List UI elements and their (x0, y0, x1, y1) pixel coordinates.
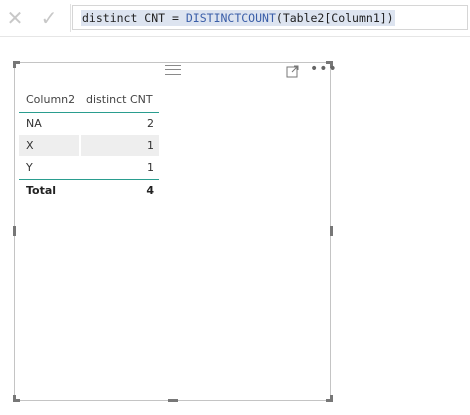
function-args: (Table2[Column1]) (275, 11, 394, 25)
formula-text: distinct CNT = DISTINCTCOUNT(Table2[Colu… (81, 10, 395, 26)
table-total-row: Total 4 (19, 179, 159, 201)
measure-name: distinct CNT (82, 11, 166, 25)
resize-handle-left[interactable] (13, 226, 16, 236)
focus-mode-icon[interactable] (286, 64, 300, 78)
table-row: X 1 (19, 135, 159, 157)
data-table: Column2 distinct CNT NA 2 X 1 Y 1 Total … (19, 87, 159, 201)
table-row: Y 1 (19, 157, 159, 179)
checkmark-icon[interactable]: ✓ (37, 6, 61, 30)
row-label: X (19, 135, 79, 156)
resize-handle-right[interactable] (330, 226, 333, 236)
resize-handle-bottom-left-v[interactable] (13, 395, 16, 402)
row-label: NA (26, 117, 42, 130)
total-label: Total (26, 184, 57, 197)
close-icon[interactable]: ✕ (3, 6, 27, 30)
row-label: Y (26, 161, 33, 174)
total-value: 4 (146, 184, 154, 197)
drag-grip-icon[interactable] (165, 65, 181, 75)
table-header-row: Column2 distinct CNT (19, 87, 159, 113)
row-value: 1 (147, 161, 154, 174)
formula-bar: ✕ ✓ distinct CNT = DISTINCTCOUNT(Table2[… (0, 0, 470, 37)
function-name: DISTINCTCOUNT (185, 11, 276, 25)
column-header-distinct-cnt[interactable]: distinct CNT (81, 87, 159, 113)
resize-handle-bottom-right-v[interactable] (330, 395, 333, 402)
formula-operator: = (165, 11, 186, 25)
resize-handle-bottom[interactable] (168, 399, 178, 402)
row-value: 1 (81, 135, 159, 156)
table-body: NA 2 X 1 Y 1 (19, 113, 159, 179)
row-value: 2 (147, 117, 154, 130)
column-header-column2[interactable]: Column2 (19, 87, 79, 113)
resize-handle-top-left-v[interactable] (13, 61, 16, 68)
table-row: NA 2 (19, 113, 159, 135)
formula-bar-divider (70, 4, 71, 32)
formula-input[interactable]: distinct CNT = DISTINCTCOUNT(Table2[Colu… (72, 5, 468, 30)
more-options-icon[interactable]: ••• (310, 62, 337, 76)
